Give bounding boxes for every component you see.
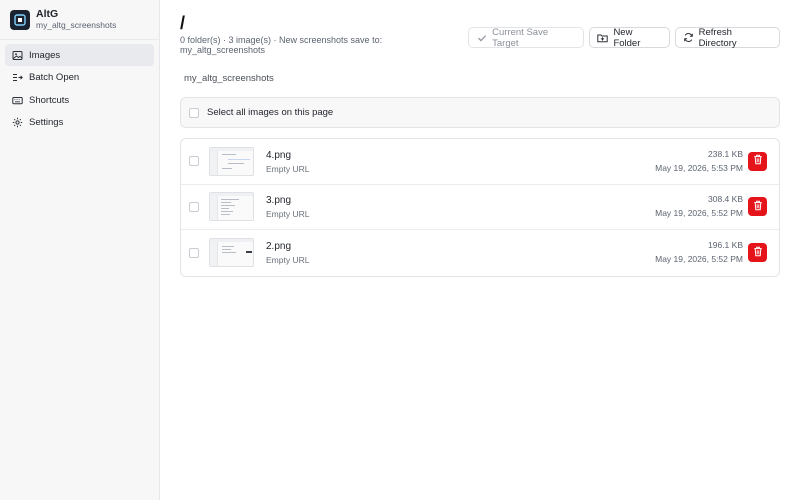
table-row[interactable]: 2.png Empty URL 196.1 KB May 19, 2026, 5…	[181, 230, 779, 276]
image-thumbnail[interactable]	[209, 146, 254, 176]
file-size: 196.1 KB	[708, 240, 743, 251]
image-thumbnail[interactable]	[209, 238, 254, 268]
image-icon	[11, 49, 23, 61]
gear-icon	[11, 117, 23, 129]
file-name: 2.png	[266, 241, 292, 253]
keyboard-icon	[11, 94, 23, 106]
brand-header: AltG my_altg_screenshots	[0, 0, 159, 40]
file-date: May 19, 2026, 5:52 PM	[655, 254, 743, 265]
file-name: 4.png	[266, 149, 292, 161]
row-checkbox[interactable]	[189, 247, 199, 258]
file-date: May 19, 2026, 5:52 PM	[655, 208, 743, 219]
current-save-target-label: Current Save Target	[492, 26, 549, 49]
new-folder-button[interactable]: New Folder	[589, 26, 670, 49]
refresh-icon	[683, 32, 694, 43]
sidebar-item-label: Shortcuts	[29, 94, 70, 106]
batch-open-icon	[11, 72, 23, 84]
select-all-bar: Select all images on this page	[180, 97, 780, 128]
trash-icon	[753, 154, 763, 168]
table-row[interactable]: 3.png Empty URL 308.4 KB May 19, 2026, 5…	[181, 184, 779, 230]
page-header: / 0 folder(s) · 3 image(s) · New screens…	[180, 12, 780, 58]
app-subtitle: my_altg_screenshots	[36, 20, 117, 30]
delete-button[interactable]	[748, 197, 767, 217]
row-checkbox[interactable]	[189, 156, 199, 167]
sidebar-item-images[interactable]: Images	[5, 44, 154, 66]
file-url: Empty URL	[266, 255, 310, 266]
file-list: 4.png Empty URL 238.1 KB May 19, 2026, 5…	[180, 138, 780, 277]
file-date: May 19, 2026, 5:53 PM	[655, 162, 743, 173]
page-title: /	[180, 13, 186, 33]
current-save-target-button[interactable]: Current Save Target	[468, 26, 585, 49]
breadcrumb[interactable]: my_altg_screenshots	[184, 73, 780, 85]
refresh-directory-button[interactable]: Refresh Directory	[674, 26, 780, 49]
table-row[interactable]: 4.png Empty URL 238.1 KB May 19, 2026, 5…	[181, 139, 779, 185]
trash-icon	[753, 200, 763, 214]
sidebar-item-label: Batch Open	[29, 72, 80, 84]
new-folder-label: New Folder	[613, 26, 641, 49]
select-all-checkbox[interactable]	[189, 107, 199, 118]
file-size: 238.1 KB	[708, 148, 743, 159]
image-thumbnail[interactable]	[209, 192, 254, 222]
delete-button[interactable]	[748, 243, 767, 263]
directory-summary: 0 folder(s) · 3 image(s) · New screensho…	[180, 35, 383, 55]
app-window: AltG my_altg_screenshots Images Batch Op…	[0, 0, 800, 500]
sidebar-nav: Images Batch Open Shortcuts Settings	[0, 40, 159, 138]
sidebar-item-settings[interactable]: Settings	[5, 112, 154, 134]
trash-icon	[753, 246, 763, 260]
sidebar-item-label: Images	[29, 49, 61, 61]
folder-plus-icon	[597, 32, 609, 43]
row-checkbox[interactable]	[189, 201, 199, 212]
delete-button[interactable]	[748, 151, 767, 171]
sidebar-item-label: Settings	[29, 117, 64, 129]
main-content: / 0 folder(s) · 3 image(s) · New screens…	[160, 0, 800, 500]
select-all-label: Select all images on this page	[207, 107, 334, 118]
check-icon	[476, 32, 487, 43]
file-url: Empty URL	[266, 209, 310, 220]
sidebar: AltG my_altg_screenshots Images Batch Op…	[0, 0, 160, 500]
file-url: Empty URL	[266, 163, 310, 174]
sidebar-item-shortcuts[interactable]: Shortcuts	[5, 89, 154, 111]
file-name: 3.png	[266, 195, 292, 207]
file-size: 308.4 KB	[708, 194, 743, 205]
app-logo-icon	[10, 9, 30, 30]
refresh-directory-label: Refresh Directory	[698, 26, 737, 49]
header-actions: Current Save Target New Folder Refresh D…	[468, 26, 780, 49]
sidebar-item-batch-open[interactable]: Batch Open	[5, 67, 154, 89]
app-name: AltG	[36, 8, 59, 20]
